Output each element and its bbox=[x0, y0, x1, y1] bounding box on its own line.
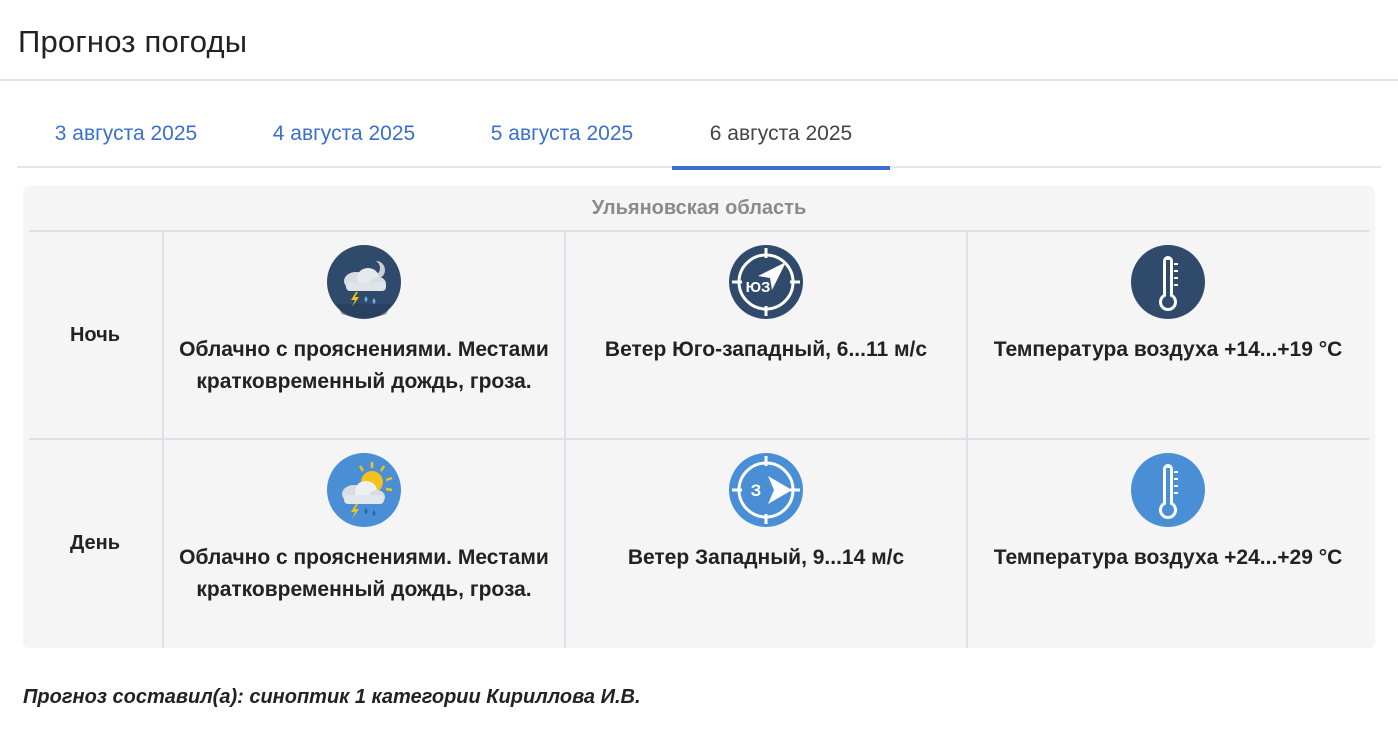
temperature-cell-day: Температура воздуха +24...+29 °С bbox=[968, 452, 1368, 574]
wind-west-icon: З bbox=[729, 453, 803, 527]
grid-divider bbox=[29, 230, 1369, 232]
forecast-card: Ульяновская область Ночь Облачно с прояс… bbox=[23, 186, 1375, 648]
wind-direction-code-day: З bbox=[751, 481, 762, 500]
night-cloud-thunder-rain-icon bbox=[327, 245, 401, 319]
temperature-cell-night: Температура воздуха +14...+19 °С bbox=[968, 244, 1368, 366]
wind-description-day: Ветер Западный, 9...14 м/с bbox=[627, 546, 905, 569]
grid-divider bbox=[29, 438, 1369, 440]
page-header: Прогноз погоды bbox=[0, 0, 1398, 81]
wind-direction-code-night: ЮЗ bbox=[746, 279, 771, 296]
temperature-description-day: Температура воздуха +24...+29 °С bbox=[993, 546, 1343, 569]
wind-cell-night: ЮЗ Ветер Юго-западный, 6...11 м/с bbox=[566, 244, 966, 366]
temperature-description-night: Температура воздуха +14...+19 °С bbox=[993, 338, 1343, 361]
wind-description-night: Ветер Юго-западный, 6...11 м/с bbox=[604, 338, 928, 361]
tab-date-1[interactable]: 3 августа 2025 bbox=[17, 100, 235, 168]
weather-description-night: Облачно с прояснениями. Местами кратковр… bbox=[179, 338, 549, 393]
tab-date-2[interactable]: 4 августа 2025 bbox=[235, 100, 453, 168]
weather-description-day: Облачно с прояснениями. Местами кратковр… bbox=[179, 546, 549, 601]
thermometer-icon bbox=[1131, 245, 1205, 319]
day-sun-cloud-thunder-rain-icon bbox=[327, 453, 401, 527]
period-label-day: День bbox=[70, 532, 120, 554]
forecaster-note: Прогноз составил(а): синоптик 1 категори… bbox=[23, 686, 641, 708]
wind-cell-day: З Ветер Западный, 9...14 м/с bbox=[566, 452, 966, 574]
tab-date-3[interactable]: 5 августа 2025 bbox=[453, 100, 671, 168]
page-title: Прогноз погоды bbox=[18, 24, 248, 59]
region-title: Ульяновская область bbox=[591, 196, 807, 219]
thermometer-icon bbox=[1131, 453, 1205, 527]
weather-cell-night: Облачно с прояснениями. Местами кратковр… bbox=[164, 244, 564, 398]
tab-date-4-active[interactable]: 6 августа 2025 bbox=[672, 100, 890, 170]
wind-southwest-icon: ЮЗ bbox=[729, 245, 803, 319]
period-label-night: Ночь bbox=[69, 324, 121, 346]
date-tabs: 3 августа 2025 4 августа 2025 5 августа … bbox=[17, 100, 1381, 170]
weather-cell-day: Облачно с прояснениями. Местами кратковр… bbox=[164, 452, 564, 606]
